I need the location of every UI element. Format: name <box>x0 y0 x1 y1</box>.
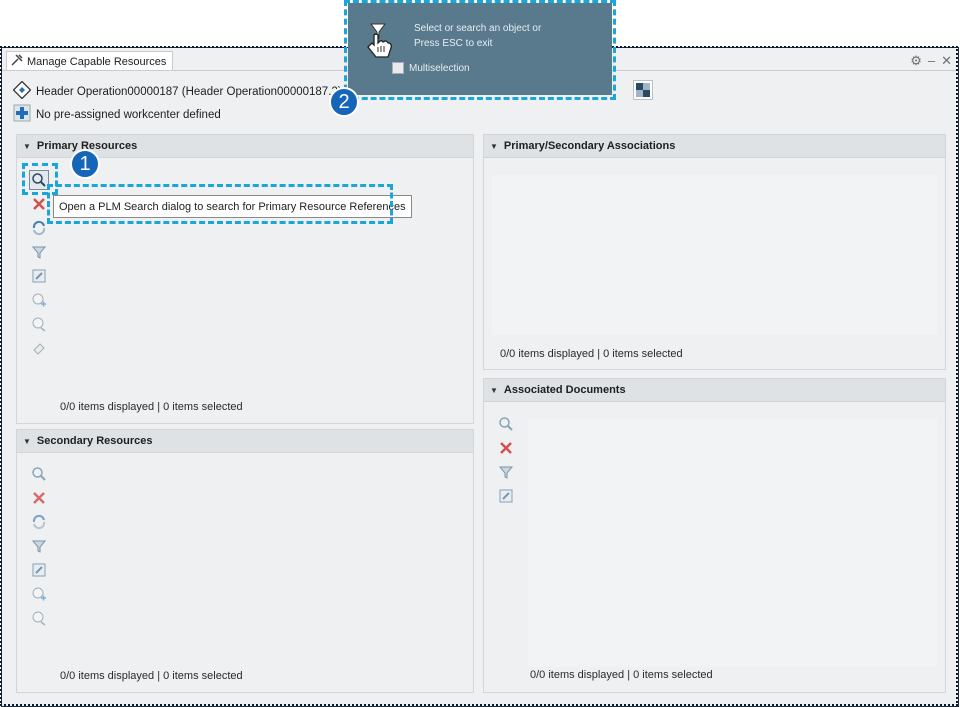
zoom-remove-icon <box>32 317 46 332</box>
associated-documents-title: Associated Documents <box>503 384 626 396</box>
documents-toolbar <box>496 414 516 506</box>
associations-panel: ▼ Primary/Secondary Associations 0/0 ite… <box>483 134 946 370</box>
window-title-tab[interactable]: Manage Capable Resources <box>6 51 174 71</box>
add-workcenter-icon[interactable] <box>13 104 31 125</box>
edit-button[interactable] <box>29 266 49 286</box>
collapse-triangle-icon[interactable]: ▼ <box>23 142 31 151</box>
delete-icon <box>33 492 45 504</box>
callout-1-tooltip-highlight <box>47 184 393 224</box>
toggle-view-button[interactable] <box>633 80 653 100</box>
callout-badge-2: 2 <box>329 87 359 117</box>
close-icon[interactable]: ✕ <box>941 53 952 69</box>
tools-icon <box>11 54 23 69</box>
search-button[interactable] <box>29 464 49 484</box>
workcenter-label: No pre-assigned workcenter defined <box>36 108 221 121</box>
gear-icon[interactable]: ⚙ <box>910 53 922 69</box>
documents-status: 0/0 items displayed | 0 items selected <box>530 669 713 681</box>
refresh-icon <box>32 220 46 236</box>
edit-icon <box>32 563 46 577</box>
callout-2-highlight <box>344 0 616 100</box>
zoom-remove-button[interactable] <box>29 608 49 628</box>
secondary-resources-title: Secondary Resources <box>36 435 153 447</box>
edit-icon <box>499 489 513 503</box>
callout-badge-1: 1 <box>70 149 100 179</box>
edit-button[interactable] <box>496 486 516 506</box>
search-button[interactable] <box>496 414 516 434</box>
primary-status: 0/0 items displayed | 0 items selected <box>60 401 243 413</box>
collapse-triangle-icon[interactable]: ▼ <box>23 437 31 446</box>
primary-toolbar <box>29 170 49 358</box>
associated-documents-header[interactable]: ▼ Associated Documents <box>484 379 945 402</box>
associated-documents-panel: ▼ Associated Documents 0/0 items display… <box>483 378 946 693</box>
zoom-add-icon <box>32 293 46 307</box>
edit-icon <box>32 269 46 283</box>
delete-button[interactable] <box>29 194 49 214</box>
associations-title: Primary/Secondary Associations <box>503 140 676 152</box>
eraser-icon <box>33 343 45 355</box>
collapse-triangle-icon[interactable]: ▼ <box>490 386 498 395</box>
refresh-button[interactable] <box>29 218 49 238</box>
refresh-button[interactable] <box>29 512 49 532</box>
zoom-remove-button[interactable] <box>29 314 49 334</box>
zoom-remove-icon <box>32 611 46 626</box>
secondary-resources-panel: ▼ Secondary Resources 0/0 items displaye… <box>16 429 474 693</box>
secondary-status: 0/0 items displayed | 0 items selected <box>60 670 243 682</box>
eraser-button[interactable] <box>29 338 49 358</box>
window-title: Manage Capable Resources <box>27 55 167 68</box>
delete-icon <box>500 442 512 454</box>
filter-button[interactable] <box>29 536 49 556</box>
delete-button[interactable] <box>496 438 516 458</box>
associations-header[interactable]: ▼ Primary/Secondary Associations <box>484 135 945 158</box>
secondary-toolbar <box>29 464 49 628</box>
refresh-icon <box>32 514 46 530</box>
filter-icon <box>31 246 47 259</box>
zoom-add-icon <box>32 587 46 601</box>
filter-button[interactable] <box>29 242 49 262</box>
workcenter-row: No pre-assigned workcenter defined <box>13 104 221 125</box>
secondary-resources-header[interactable]: ▼ Secondary Resources <box>17 430 473 453</box>
zoom-add-button[interactable] <box>29 584 49 604</box>
associations-list[interactable] <box>492 175 937 335</box>
delete-icon <box>33 198 45 210</box>
collapse-triangle-icon[interactable]: ▼ <box>490 142 498 151</box>
window-controls: ⚙ – ✕ <box>910 53 952 69</box>
zoom-add-button[interactable] <box>29 290 49 310</box>
associations-status: 0/0 items displayed | 0 items selected <box>500 348 683 360</box>
operation-icon <box>12 80 32 102</box>
filter-icon <box>31 540 47 553</box>
minimize-icon[interactable]: – <box>928 53 935 69</box>
delete-button[interactable] <box>29 488 49 508</box>
search-icon <box>32 467 46 481</box>
edit-button[interactable] <box>29 560 49 580</box>
filter-icon <box>498 466 514 479</box>
documents-list[interactable] <box>528 419 937 667</box>
filter-button[interactable] <box>496 462 516 482</box>
operation-label: Header Operation00000187 (Header Operati… <box>36 85 342 98</box>
swap-panel-icon <box>636 83 650 97</box>
operation-row: Header Operation00000187 (Header Operati… <box>12 80 342 102</box>
search-icon <box>499 417 513 431</box>
